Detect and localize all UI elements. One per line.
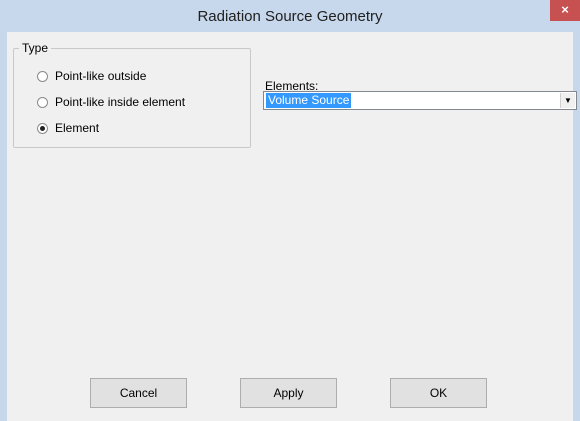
elements-selected-value: Volume Source — [266, 93, 352, 108]
close-button[interactable]: × — [550, 0, 580, 21]
radio-button[interactable] — [37, 122, 48, 134]
dropdown-arrow-icon[interactable]: ▼ — [560, 93, 575, 108]
radio-label: Point-like inside element — [55, 95, 186, 109]
radio-label: Element — [55, 121, 100, 135]
dialog-window: Radiation Source Geometry × Type Point-l… — [0, 0, 580, 421]
radio-button[interactable] — [37, 70, 48, 82]
radio-point-like-outside[interactable]: Point-like outside — [37, 68, 146, 84]
window-title: Radiation Source Geometry — [197, 8, 383, 25]
radio-label: Point-like outside — [55, 69, 147, 83]
elements-dropdown[interactable]: Volume Source ▼ — [263, 91, 577, 110]
apply-button[interactable]: Apply — [240, 378, 337, 408]
radio-button[interactable] — [37, 96, 48, 108]
ok-button[interactable]: OK — [390, 378, 487, 408]
window-left-border — [0, 32, 7, 421]
cancel-button[interactable]: Cancel — [90, 378, 187, 408]
radio-point-like-inside[interactable]: Point-like inside element — [37, 94, 185, 110]
close-icon: × — [561, 2, 569, 17]
type-group-label: Type — [19, 41, 52, 55]
title-bar[interactable]: Radiation Source Geometry × — [0, 0, 580, 32]
radio-element[interactable]: Element — [37, 120, 99, 136]
